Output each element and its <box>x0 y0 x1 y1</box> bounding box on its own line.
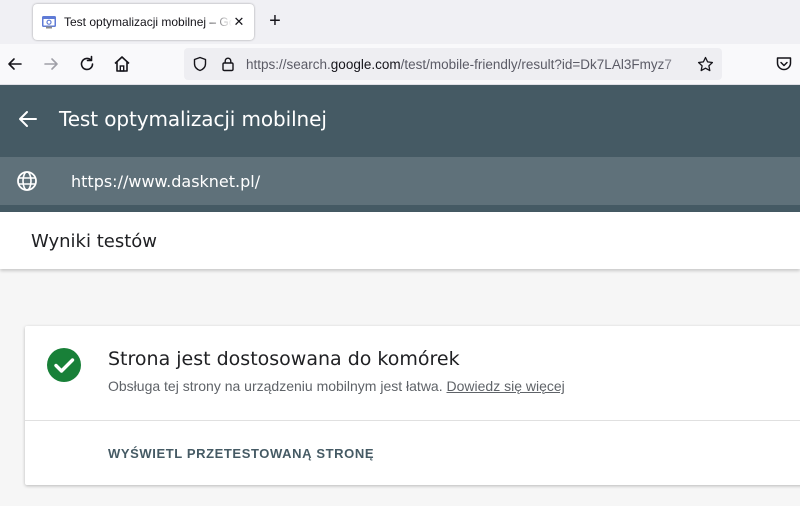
browser-tab[interactable]: Test optymalizacji mobilnej – Google Sea… <box>33 4 254 40</box>
pocket-icon[interactable] <box>775 55 793 73</box>
close-tab-icon[interactable]: ✕ <box>230 13 248 31</box>
forward-icon[interactable] <box>41 54 61 74</box>
results-title: Wyniki testów <box>31 231 157 252</box>
lock-icon[interactable] <box>220 56 236 72</box>
browser-toolbar: https://search.google.com/test/mobile-fr… <box>0 44 800 85</box>
view-tested-page-button[interactable]: WYŚWIETL PRZETESTOWANĄ STRONĘ <box>108 446 374 461</box>
back-icon[interactable] <box>5 54 25 74</box>
tested-url-row[interactable]: https://www.dasknet.pl/ <box>0 157 800 205</box>
reload-icon[interactable] <box>77 54 97 74</box>
tested-url[interactable]: https://www.dasknet.pl/ <box>71 172 260 191</box>
header-divider <box>0 205 800 212</box>
search-console-favicon-icon <box>42 16 56 29</box>
home-icon[interactable] <box>112 54 132 74</box>
back-arrow-icon[interactable] <box>16 107 40 131</box>
url-bar[interactable]: https://search.google.com/test/mobile-fr… <box>184 48 722 80</box>
page-title: Test optymalizacji mobilnej <box>59 107 327 131</box>
new-tab-icon[interactable]: + <box>265 11 285 32</box>
app-header: Test optymalizacji mobilnej <box>0 85 800 157</box>
browser-tabstrip: Test optymalizacji mobilnej – Google Sea… <box>0 0 800 44</box>
result-title: Strona jest dostosowana do komórek <box>108 348 460 370</box>
bookmark-star-icon[interactable] <box>697 56 714 73</box>
results-header: Wyniki testów <box>0 212 800 269</box>
tab-title: Test optymalizacji mobilnej – Google Sea… <box>64 15 232 29</box>
result-description: Obsługa tej strony na urządzeniu mobilny… <box>108 378 565 394</box>
shield-icon[interactable] <box>192 56 208 72</box>
card-divider <box>25 420 800 421</box>
result-card: Strona jest dostosowana do komórek Obsłu… <box>25 326 800 485</box>
url-text[interactable]: https://search.google.com/test/mobile-fr… <box>246 57 696 72</box>
globe-icon <box>17 171 37 191</box>
check-circle-icon <box>47 348 81 382</box>
learn-more-link[interactable]: Dowiedz się więcej <box>447 378 565 394</box>
